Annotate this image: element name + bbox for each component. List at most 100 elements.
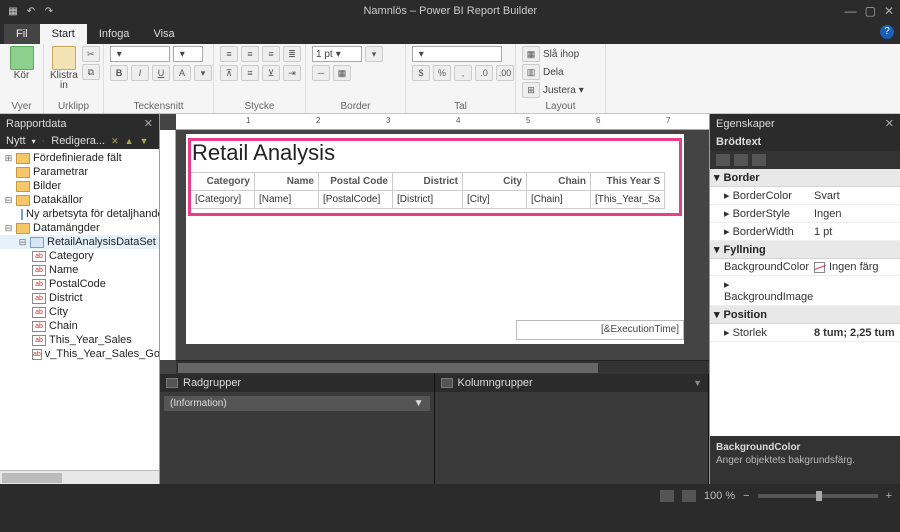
col-groups-header: Kolumngrupper	[458, 377, 533, 389]
col-header[interactable]: Postal Code	[319, 173, 393, 191]
properties-title: Egenskaper	[716, 118, 775, 130]
design-canvas[interactable]: Retail Analysis Category Name Postal Cod…	[176, 130, 709, 360]
canvas-hscroll[interactable]	[176, 360, 709, 374]
maximize-button[interactable]: ▢	[865, 4, 876, 18]
selected-object-name: Brödtext	[710, 133, 900, 151]
col-header[interactable]: This Year S	[591, 173, 665, 191]
properties-close-icon[interactable]: ✕	[885, 117, 894, 130]
execution-time-box[interactable]: [&ExecutionTime]	[516, 320, 684, 340]
tab-start[interactable]: Start	[40, 24, 87, 44]
zoom-slider[interactable]	[758, 494, 878, 498]
group-label-views: Vyer	[6, 100, 37, 112]
tab-insert[interactable]: Infoga	[87, 24, 142, 44]
align-left-icon[interactable]: ≡	[220, 46, 238, 62]
tab-file[interactable]: Fil	[4, 24, 40, 44]
valign-bot-icon[interactable]: ⊻	[262, 65, 280, 81]
group-label-border: Border	[312, 100, 399, 112]
font-size-combo[interactable]: ▾	[173, 46, 203, 62]
col-header[interactable]: Category	[191, 173, 255, 191]
redo-icon[interactable]: ↷	[42, 4, 56, 18]
col-header[interactable]: Chain	[527, 173, 591, 191]
col-header[interactable]: District	[393, 173, 463, 191]
percent-icon[interactable]: %	[433, 65, 451, 81]
expand-icon[interactable]: ▾	[714, 308, 720, 321]
cell[interactable]: [District]	[393, 191, 463, 209]
close-button[interactable]: ✕	[884, 4, 894, 18]
prop-alpha-icon[interactable]	[734, 154, 748, 166]
col-header[interactable]: City	[463, 173, 527, 191]
delete-icon[interactable]: ✕	[111, 136, 119, 147]
split-label: Dela	[543, 67, 564, 78]
dec-dec-icon[interactable]: .00	[496, 65, 514, 81]
report-tablix[interactable]: Category Name Postal Code District City …	[190, 172, 665, 209]
valign-top-icon[interactable]: ⊼	[220, 65, 238, 81]
report-data-title: Rapportdata	[6, 118, 67, 130]
cell[interactable]: [City]	[463, 191, 527, 209]
col-header[interactable]: Name	[255, 173, 319, 191]
cell[interactable]: [Category]	[191, 191, 255, 209]
report-data-hscroll[interactable]	[0, 470, 159, 484]
align-icon[interactable]: ⊞	[522, 82, 540, 98]
group-pane-menu-icon[interactable]: ▼	[693, 378, 702, 388]
run-button[interactable]: Kör	[6, 46, 37, 81]
bullets-icon[interactable]: ≣	[283, 46, 301, 62]
border-width-combo[interactable]: 1 pt ▾	[312, 46, 362, 62]
title-bar: ▦ ↶ ↷ Namnlös – Power BI Report Builder …	[0, 0, 900, 22]
align-center-icon[interactable]: ≡	[241, 46, 259, 62]
view-design-icon[interactable]	[660, 490, 674, 502]
help-icon[interactable]: ?	[880, 25, 894, 39]
border-style-icon[interactable]: ─	[312, 65, 330, 81]
minimize-button[interactable]: —	[845, 4, 857, 18]
group-label-paragraph: Stycke	[220, 100, 299, 112]
paste-button[interactable]: Klistra in	[50, 46, 78, 91]
zoom-out-icon[interactable]: −	[743, 490, 749, 502]
app-icon: ▦	[6, 4, 20, 18]
move-up-icon[interactable]: ▲	[125, 136, 134, 146]
cell[interactable]: [Chain]	[527, 191, 591, 209]
merge-icon[interactable]: ▦	[522, 46, 540, 62]
italic-button[interactable]: I	[131, 65, 149, 81]
properties-grid[interactable]: ▾Border ▸ BorderColorSvart ▸ BorderStyle…	[710, 169, 900, 436]
cell[interactable]: [This_Year_Sa	[591, 191, 665, 209]
fill-color-button[interactable]: ▾	[194, 65, 212, 81]
indent-icon[interactable]: ⇥	[283, 65, 301, 81]
tab-view[interactable]: Visa	[141, 24, 186, 44]
cell[interactable]: [Name]	[255, 191, 319, 209]
number-format-combo[interactable]: ▾	[412, 46, 502, 62]
expand-icon[interactable]: ▾	[714, 243, 720, 256]
thousands-icon[interactable]: ,	[454, 65, 472, 81]
copy-icon[interactable]: ⧉	[82, 64, 100, 80]
cut-icon[interactable]: ✂	[82, 46, 100, 62]
move-down-icon[interactable]: ▼	[140, 136, 149, 146]
font-color-button[interactable]: A	[173, 65, 191, 81]
view-preview-icon[interactable]	[682, 490, 696, 502]
expand-icon[interactable]: ▾	[714, 171, 720, 184]
field-icon: ab	[32, 335, 46, 346]
underline-button[interactable]: U	[152, 65, 170, 81]
report-title[interactable]: Retail Analysis	[192, 140, 335, 166]
cell[interactable]: [PostalCode]	[319, 191, 393, 209]
border-preset-icon[interactable]: ▦	[333, 65, 351, 81]
font-family-combo[interactable]: ▾	[110, 46, 170, 62]
zoom-in-icon[interactable]: +	[886, 490, 892, 502]
field-icon: ab	[32, 265, 46, 276]
report-data-tree[interactable]: ⊞Fördefinierade fält Parametrar Bilder ⊟…	[0, 149, 159, 470]
align-right-icon[interactable]: ≡	[262, 46, 280, 62]
bold-button[interactable]: B	[110, 65, 128, 81]
report-body[interactable]: Retail Analysis Category Name Postal Cod…	[186, 134, 684, 344]
report-data-new[interactable]: Nytt	[6, 135, 26, 147]
report-data-edit[interactable]: Redigera...	[51, 135, 105, 147]
design-area: 1 2 3 4 5 6 7 Retail Analysis Category N…	[160, 114, 710, 484]
split-icon[interactable]: ▥	[522, 64, 540, 80]
border-color-icon[interactable]: ▾	[365, 46, 383, 62]
prop-categorized-icon[interactable]	[716, 154, 730, 166]
horizontal-ruler: 1 2 3 4 5 6 7	[176, 114, 709, 130]
valign-mid-icon[interactable]: ≡	[241, 65, 259, 81]
chevron-down-icon[interactable]: ▼	[414, 398, 424, 409]
currency-icon[interactable]: $	[412, 65, 430, 81]
row-group-item[interactable]: (Information) ▼	[164, 396, 430, 411]
report-data-close-icon[interactable]: ✕	[144, 117, 153, 130]
prop-pages-icon[interactable]	[752, 154, 766, 166]
dec-inc-icon[interactable]: .0	[475, 65, 493, 81]
undo-icon[interactable]: ↶	[24, 4, 38, 18]
